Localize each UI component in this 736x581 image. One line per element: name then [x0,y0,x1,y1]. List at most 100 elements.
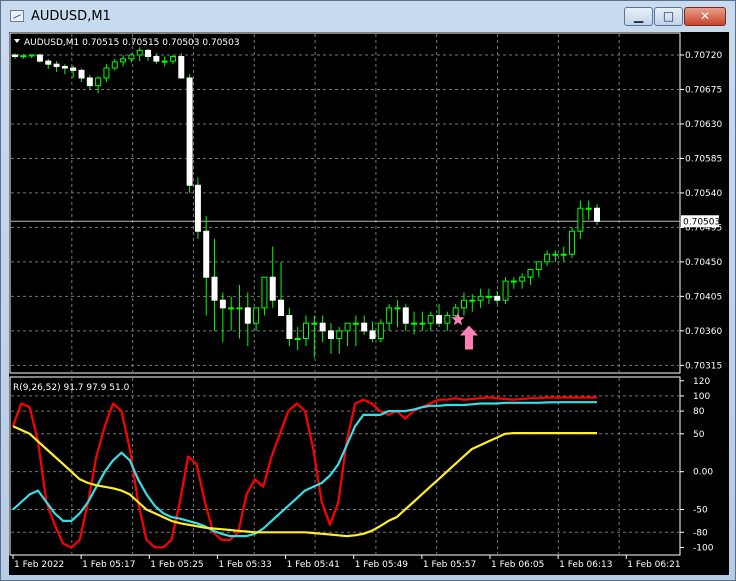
candle-body [294,338,301,341]
candle-body [95,77,102,87]
candle-body [494,295,501,301]
candle-body [244,307,251,324]
candle-body [327,330,334,340]
candle-body [510,280,517,283]
candle-body [319,322,326,332]
price-tick-label: 0.70630 [685,120,722,130]
candle-body [111,61,118,69]
candle-body [585,207,592,210]
candle-body [411,322,418,325]
indicator-cyan-line [12,401,597,538]
indicator-lines [11,396,597,549]
candle-body [460,299,467,309]
minimize-icon: ▁ [633,9,644,23]
candle-body [269,276,276,301]
candle-body [12,54,18,58]
candle-body [303,322,309,340]
candle-body [186,77,193,186]
candle-body [594,207,600,222]
candle-body [577,207,584,232]
candle-body [278,299,285,317]
price-tick-label: 0.70675 [685,85,722,95]
candle-body [402,307,409,324]
time-tick-label: 1 Feb 05:25 [150,560,203,570]
current-price-label: 0.70503 [683,217,720,227]
candle-body [352,322,359,325]
window-title: AUDUSD,M1 [31,9,111,24]
candle-body [261,276,268,309]
maximize-icon: □ [662,9,675,23]
candle-body [286,315,293,340]
indicator-label: R(9,26,52) 91.7 97.9 51.0 [13,383,130,393]
candle-body [86,77,93,87]
time-tick-label: 1 Feb 06:13 [559,560,612,570]
time-tick-label: 1 Feb 06:21 [627,560,680,570]
time-tick-label: 1 Feb 05:41 [287,560,340,570]
chart-area[interactable]: 0.70720 0.70675 0.70630 0.70585 0.70540 0.704… [9,32,729,575]
indicator-tick-label: -50 [693,506,708,516]
candle-body [419,322,426,325]
candle-body [552,253,559,256]
candle-body [344,322,351,332]
indicator-red-line [11,396,597,549]
candle-body [103,67,110,79]
candle-body [78,69,85,79]
time-tick-label: 1 Feb 2022 [14,560,64,570]
candle-body [236,307,243,310]
grid [9,32,681,556]
price-tick-label: 0.70315 [685,361,722,371]
candle-body [20,55,27,58]
indicator-tick-label: -100 [693,543,714,553]
candle-body [560,253,567,256]
candle-body [535,261,542,271]
candle-body [153,56,160,62]
time-tick-label: 1 Feb 05:49 [355,560,409,570]
chart-header[interactable]: AUDUSD,M1 0.70515 0.70515 0.70503 0.7050… [14,38,240,48]
candle-body [219,299,226,309]
candle-body [169,56,176,62]
indicator-tick-label: -80 [693,528,708,538]
time-axis: 1 Feb 2022 1 Feb 05:17 1 Feb 05:25 1 Feb 05… [12,555,681,570]
candle-body [377,322,384,340]
candle-body [485,295,492,298]
candle-body [369,330,376,340]
candle-body [178,56,185,79]
chart-window[interactable]: AUDUSD,M1 ▁ □ ✕ 0.70720 0.70675 0.70630 0.7… [0,0,736,581]
candle-body [161,60,168,63]
candle-body [569,230,576,255]
close-button[interactable]: ✕ [684,7,726,26]
candle-body [211,276,218,301]
candle-body [394,307,401,310]
chart-menu-triangle-icon[interactable] [14,39,20,43]
price-tick-label: 0.70360 [685,327,722,337]
chart-window-icon [10,10,24,22]
candle-body [469,299,476,302]
candle-body [444,315,451,324]
candle-body [61,65,68,69]
indicator-pane-frame [9,376,681,556]
candle-body [145,49,152,58]
maximize-button[interactable]: □ [654,7,683,26]
indicator-tick-label: 50 [693,430,705,440]
price-tick-label: 0.70585 [685,154,722,164]
candle-body [527,269,534,278]
candle-body [120,58,127,63]
candle-body [519,276,526,282]
chart-canvas[interactable]: 0.70720 0.70675 0.70630 0.70585 0.70540 0.704… [9,32,729,575]
minimize-button[interactable]: ▁ [624,7,653,26]
time-tick-label: 1 Feb 05:17 [82,560,135,570]
price-tick-label: 0.70720 [685,51,722,61]
candle-body [203,230,210,278]
candle-body [45,60,52,65]
candle-body [28,54,35,57]
time-tick-label: 1 Feb 05:57 [423,560,476,570]
price-tick-label: 0.70450 [685,258,722,268]
indicator-axis: 120 100 80 50 0.00 -50 -80 -100 [680,377,714,553]
price-tick-label: 0.70405 [685,292,722,302]
title-bar[interactable]: AUDUSD,M1 ▁ □ ✕ [1,1,735,32]
indicator-tick-label: 120 [693,377,710,387]
buy-arrow-icon [459,325,478,350]
candle-body [361,322,368,332]
indicator-tick-label: 100 [693,392,710,402]
candle-body [386,307,393,324]
